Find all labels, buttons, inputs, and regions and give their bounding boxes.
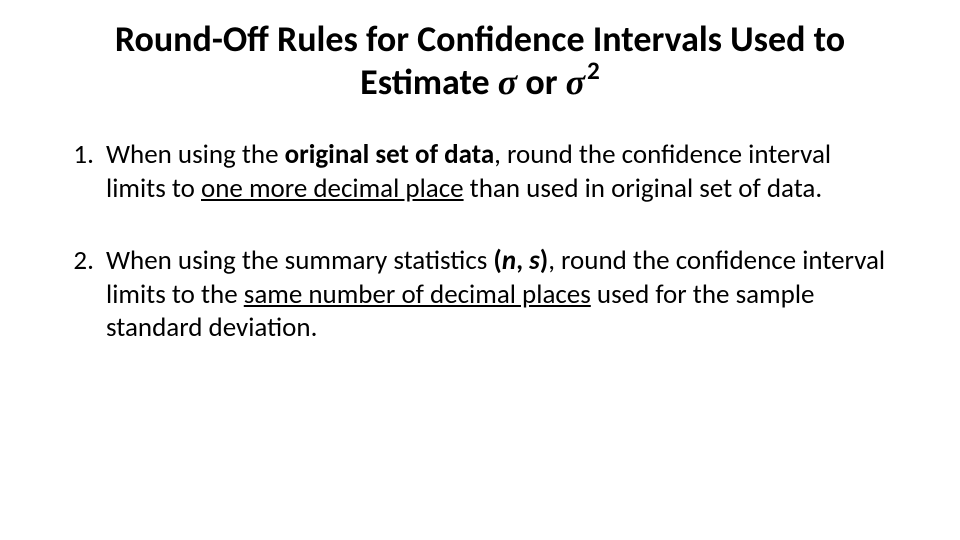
sigma-symbol: σ [498, 62, 517, 102]
rule2-text1: When using the summary statistics [106, 244, 493, 277]
rule2-paren-open: ( [493, 244, 501, 277]
rule2-comma: , [516, 244, 529, 277]
sigma-symbol-2: σ [566, 62, 585, 102]
title-line-2: Estimate σ or σ2 [76, 61, 884, 104]
rule1-text1: When using the [106, 138, 285, 171]
rule2-paren-close: ) [540, 244, 548, 277]
slide-title: Round-Off Rules for Confidence Intervals… [76, 18, 884, 104]
rule2-s: s [529, 244, 540, 277]
rules-list: When using the original set of data, rou… [36, 138, 924, 345]
rule1-text3: than used in original set of data. [464, 172, 823, 205]
title-line-1: Round-Off Rules for Confidence Intervals… [76, 18, 884, 61]
rule1-bold1: original set of data [285, 138, 495, 171]
title-line2-mid: or [517, 60, 565, 104]
rule-item-1: When using the original set of data, rou… [100, 138, 894, 206]
squared-exponent: 2 [587, 55, 600, 86]
rule2-underline1: same number of decimal places [244, 278, 591, 311]
title-line2-pre: Estimate [360, 60, 498, 104]
rule2-n: n [502, 244, 516, 277]
rule-item-2: When using the summary statistics (n, s)… [100, 244, 894, 345]
rule1-underline1: one more decimal place [201, 172, 464, 205]
slide: Round-Off Rules for Confidence Intervals… [0, 0, 960, 540]
